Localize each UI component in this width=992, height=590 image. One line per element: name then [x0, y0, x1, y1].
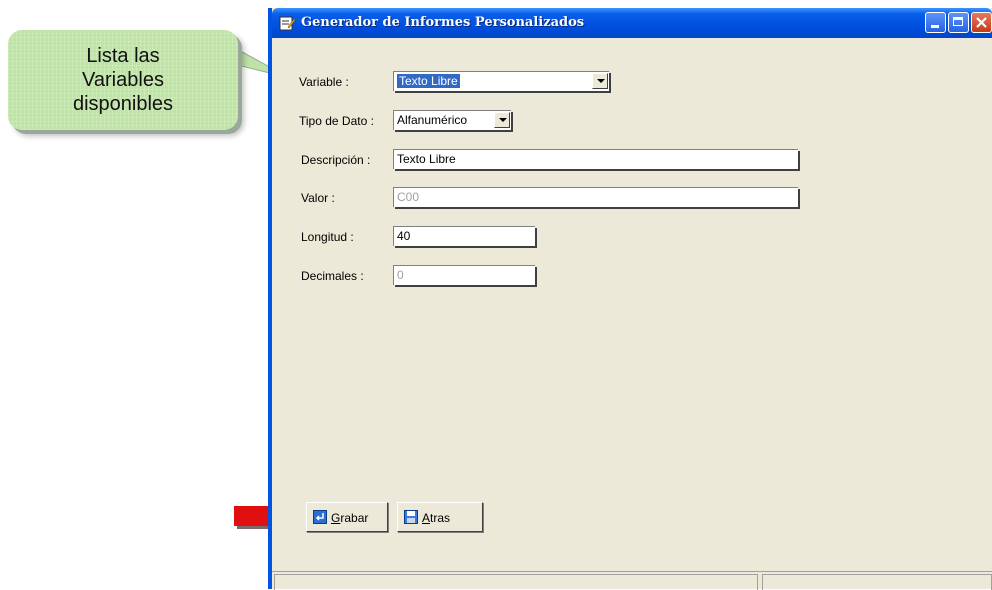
- app-window: Generador de Informes Personalizados Var…: [268, 8, 992, 590]
- decimales-value: 0: [397, 268, 404, 282]
- decimales-label: Decimales :: [301, 269, 364, 283]
- report-edit-icon: [279, 16, 295, 31]
- valor-input[interactable]: C00: [393, 187, 798, 207]
- grabar-button[interactable]: Grabar: [306, 502, 388, 532]
- descripcion-input[interactable]: Texto Libre: [393, 149, 798, 169]
- chevron-down-icon[interactable]: [494, 112, 510, 128]
- atras-button[interactable]: Atras: [397, 502, 483, 532]
- window-title: Generador de Informes Personalizados: [301, 15, 585, 30]
- maximize-button[interactable]: [948, 12, 969, 33]
- title-bar[interactable]: Generador de Informes Personalizados: [272, 8, 992, 38]
- minimize-button[interactable]: [925, 12, 946, 33]
- longitud-input[interactable]: 40: [393, 226, 535, 246]
- status-bar: [272, 571, 992, 590]
- variable-label: Variable :: [299, 75, 349, 89]
- close-button[interactable]: [971, 12, 992, 33]
- status-pane-left: [274, 574, 758, 590]
- tipo-dato-select[interactable]: Alfanumérico: [393, 110, 511, 130]
- chevron-down-icon[interactable]: [592, 73, 608, 89]
- variable-value: Texto Libre: [397, 74, 460, 88]
- longitud-value: 40: [397, 229, 411, 243]
- callout-line-3: disponibles: [72, 93, 174, 115]
- descripcion-value: Texto Libre: [397, 152, 456, 166]
- valor-value: C00: [397, 190, 420, 204]
- enter-icon: [313, 510, 327, 524]
- callout-text: Lista las Variables disponibles: [8, 44, 238, 116]
- floppy-disk-icon: [404, 510, 418, 524]
- variable-select[interactable]: Texto Libre: [393, 71, 609, 91]
- callout-line-2: Variables: [82, 69, 164, 91]
- atras-label: Atras: [422, 511, 451, 525]
- status-pane-right: [762, 574, 992, 590]
- descripcion-label: Descripción :: [301, 153, 371, 167]
- valor-label: Valor :: [301, 191, 335, 205]
- decimales-input[interactable]: 0: [393, 265, 535, 285]
- grabar-label: Grabar: [331, 511, 369, 525]
- callout-bubble: Lista las Variables disponibles: [8, 30, 238, 130]
- callout-line-1: Lista las: [86, 45, 160, 67]
- tipo-dato-label: Tipo de Dato :: [299, 114, 374, 128]
- tipo-dato-value: Alfanumérico: [397, 113, 468, 127]
- close-icon: [976, 17, 987, 28]
- longitud-label: Longitud :: [301, 230, 354, 244]
